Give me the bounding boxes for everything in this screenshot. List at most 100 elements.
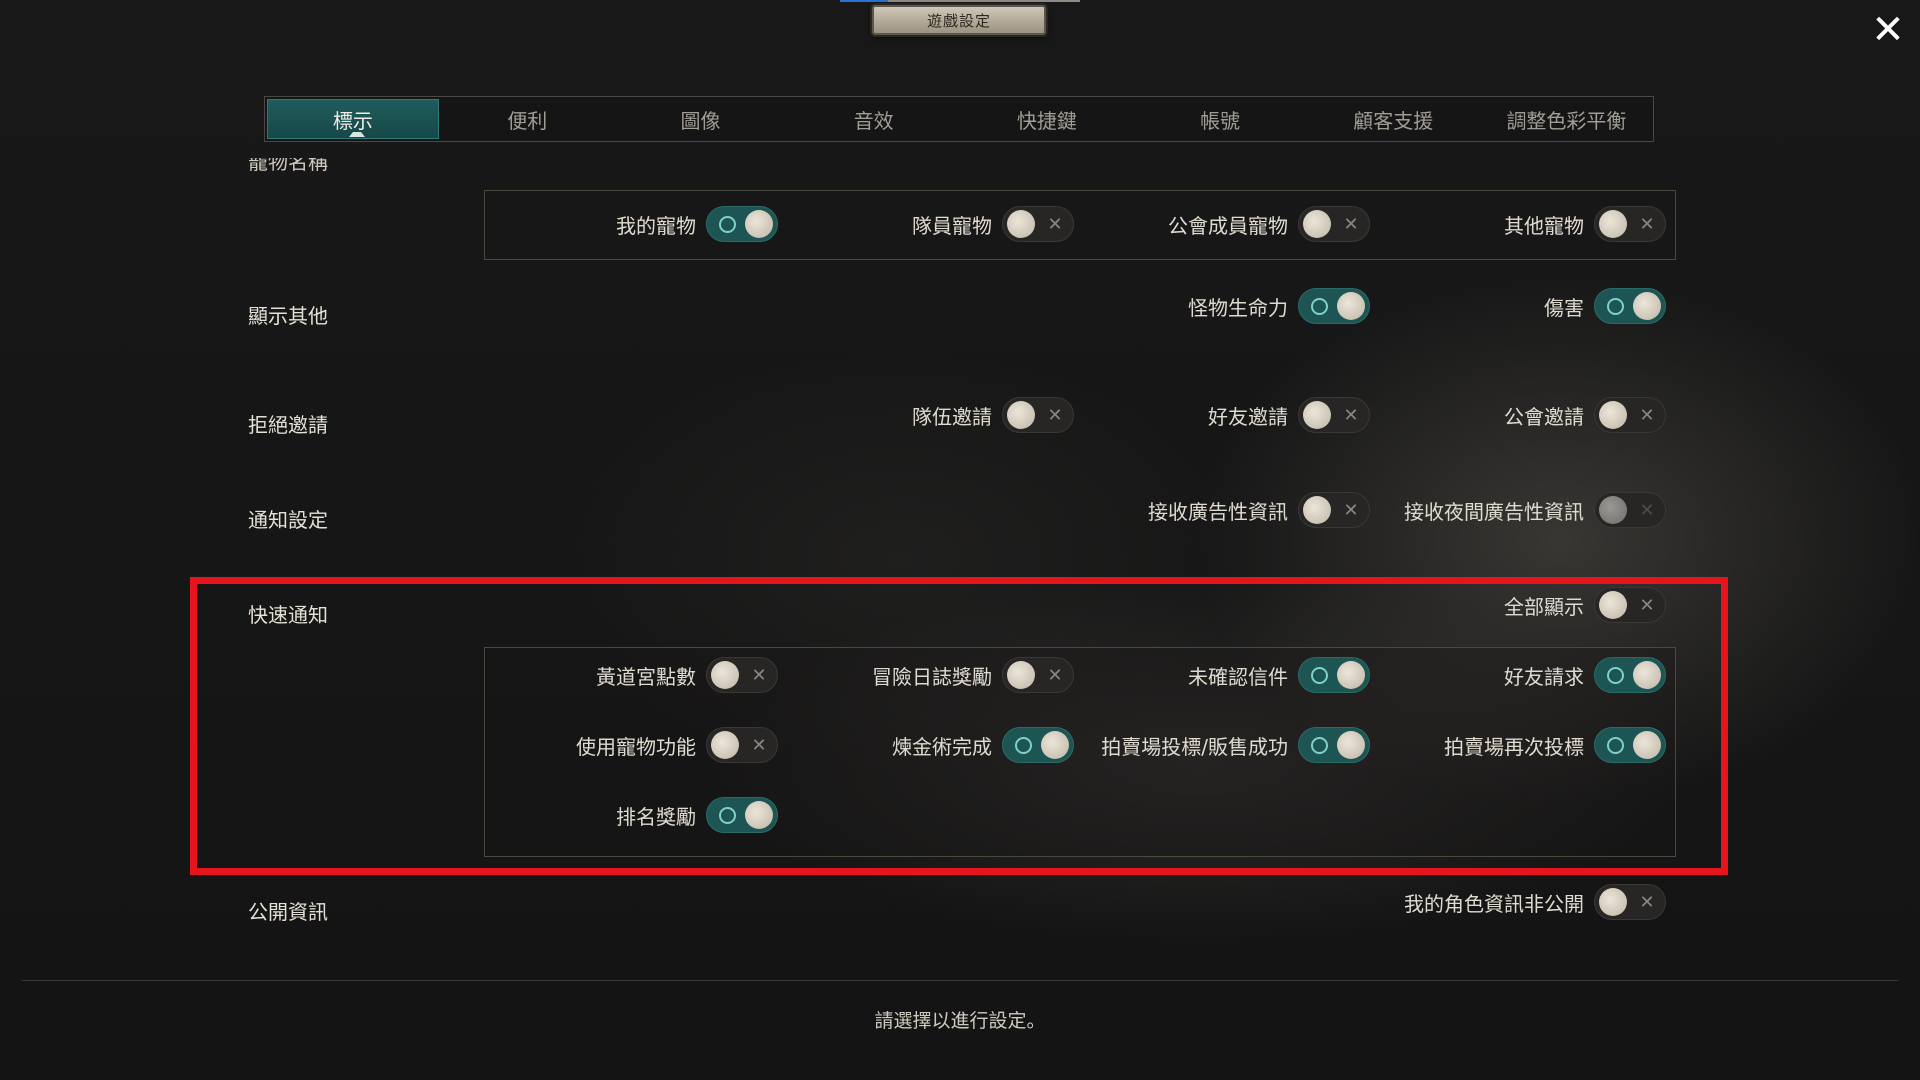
toggle-label: 未確認信件 [1188, 664, 1288, 689]
section-label-quick: 快速通知 [248, 603, 328, 627]
off-icon: ✕ [1343, 213, 1359, 235]
tab-account[interactable]: 帳號 [1133, 97, 1306, 141]
toggle-knob [1337, 661, 1365, 689]
off-icon: ✕ [1047, 213, 1063, 235]
tab-sound[interactable]: 音效 [787, 97, 960, 141]
on-icon [1606, 736, 1624, 754]
toggle-label: 其他寵物 [1504, 213, 1584, 238]
damage-toggle[interactable] [1594, 288, 1666, 324]
friend-request-toggle[interactable] [1594, 657, 1666, 693]
toggle-item: 公會成員寵物 ✕ [1168, 204, 1370, 244]
tab-color-balance[interactable]: 調整色彩平衡 [1480, 97, 1653, 141]
toggle-label: 煉金術完成 [892, 734, 992, 759]
toggle-knob [1599, 888, 1627, 916]
toggle-knob [711, 731, 739, 759]
off-icon: ✕ [1343, 499, 1359, 521]
toggle-item: 接收夜間廣告性資訊 ✕ [1404, 490, 1666, 530]
tab-support[interactable]: 顧客支援 [1307, 97, 1480, 141]
toggle-knob [711, 661, 739, 689]
my-pet-toggle[interactable] [706, 206, 778, 242]
toggle-label: 排名獎勵 [616, 804, 696, 829]
ad-info-toggle[interactable]: ✕ [1298, 492, 1370, 528]
toggle-label: 全部顯示 [1504, 594, 1584, 619]
on-icon [1310, 297, 1328, 315]
toggle-label: 隊員寵物 [912, 213, 992, 238]
toggle-item: 接收廣告性資訊 ✕ [1148, 490, 1370, 530]
alchemy-toggle[interactable] [1002, 727, 1074, 763]
toggle-knob [1337, 731, 1365, 759]
toggle-item: 好友請求 [1504, 655, 1666, 695]
auction-success-toggle[interactable] [1298, 727, 1370, 763]
toggle-label: 接收廣告性資訊 [1148, 499, 1288, 524]
toggle-item: 隊員寵物 ✕ [912, 204, 1074, 244]
toggle-item: 我的寵物 [616, 204, 778, 244]
toggle-knob [1007, 661, 1035, 689]
on-icon [718, 806, 736, 824]
tab-display[interactable]: 標示 [267, 99, 439, 139]
off-icon: ✕ [751, 734, 767, 756]
tab-graphics[interactable]: 圖像 [614, 97, 787, 141]
toggle-knob [1337, 292, 1365, 320]
settings-tabs: 標示 便利 圖像 音效 快捷鍵 帳號 顧客支援 調整色彩平衡 [264, 96, 1654, 142]
tab-convenience[interactable]: 便利 [441, 97, 614, 141]
toggle-knob [1303, 210, 1331, 238]
section-label-other: 顯示其他 [248, 304, 328, 328]
toggle-knob [1041, 731, 1069, 759]
toggle-label: 使用寵物功能 [576, 734, 696, 759]
toggle-knob [745, 210, 773, 238]
other-pet-toggle[interactable]: ✕ [1594, 206, 1666, 242]
off-icon: ✕ [1639, 404, 1655, 426]
adventure-log-toggle[interactable]: ✕ [1002, 657, 1074, 693]
toggle-knob [1007, 210, 1035, 238]
show-all-toggle[interactable]: ✕ [1594, 587, 1666, 623]
friend-invite-toggle[interactable]: ✕ [1298, 397, 1370, 433]
toggle-label: 怪物生命力 [1188, 295, 1288, 320]
toggle-knob [1303, 401, 1331, 429]
pet-function-toggle[interactable]: ✕ [706, 727, 778, 763]
toggle-label: 我的角色資訊非公開 [1404, 891, 1584, 916]
ranking-reward-toggle[interactable] [706, 797, 778, 833]
toggle-label: 冒險日誌獎勵 [872, 664, 992, 689]
close-button[interactable]: ✕ [1868, 10, 1908, 50]
toggle-item: 全部顯示 ✕ [1504, 585, 1666, 625]
on-icon [1606, 297, 1624, 315]
party-pet-toggle[interactable]: ✕ [1002, 206, 1074, 242]
toggle-item: 排名獎勵 [616, 795, 778, 835]
toggle-item: 拍賣場投標/販售成功 [1101, 725, 1370, 765]
toggle-knob [1633, 731, 1661, 759]
toggle-label: 公會成員寵物 [1168, 213, 1288, 238]
off-icon: ✕ [1343, 404, 1359, 426]
off-icon: ✕ [1639, 213, 1655, 235]
toggle-item: 怪物生命力 [1188, 286, 1370, 326]
off-icon: ✕ [751, 664, 767, 686]
private-character-toggle[interactable]: ✕ [1594, 884, 1666, 920]
auction-rebid-toggle[interactable] [1594, 727, 1666, 763]
toggle-item: 我的角色資訊非公開 ✕ [1404, 882, 1666, 922]
guild-invite-toggle[interactable]: ✕ [1594, 397, 1666, 433]
toggle-item: 未確認信件 [1188, 655, 1370, 695]
toggle-item: 傷害 [1544, 286, 1666, 326]
monster-hp-toggle[interactable] [1298, 288, 1370, 324]
zodiac-points-toggle[interactable]: ✕ [706, 657, 778, 693]
on-icon [1014, 736, 1032, 754]
off-icon: ✕ [1047, 664, 1063, 686]
toggle-item: 好友邀請 ✕ [1208, 395, 1370, 435]
toggle-label: 傷害 [1544, 295, 1584, 320]
off-icon: ✕ [1047, 404, 1063, 426]
toggle-knob [1599, 401, 1627, 429]
off-icon: ✕ [1639, 594, 1655, 616]
section-label-pet: 寵物名稱 [248, 150, 328, 174]
settings-title: 遊戲設定 [872, 5, 1046, 35]
party-invite-toggle[interactable]: ✕ [1002, 397, 1074, 433]
unread-mail-toggle[interactable] [1298, 657, 1370, 693]
tab-hotkeys[interactable]: 快捷鍵 [960, 97, 1133, 141]
guild-pet-toggle[interactable]: ✕ [1298, 206, 1370, 242]
off-icon: ✕ [1639, 891, 1655, 913]
toggle-knob [1599, 496, 1627, 524]
on-icon [718, 215, 736, 233]
toggle-item: 冒險日誌獎勵 ✕ [872, 655, 1074, 695]
toggle-knob [1633, 292, 1661, 320]
section-label-reject: 拒絕邀請 [248, 413, 328, 437]
toggle-knob [1303, 496, 1331, 524]
settings-list[interactable]: 寵物名稱 我的寵物 隊員寵物 ✕ 公會成員寵物 ✕ 其他寵物 ✕ 顯示其他 怪物… [0, 142, 1920, 962]
